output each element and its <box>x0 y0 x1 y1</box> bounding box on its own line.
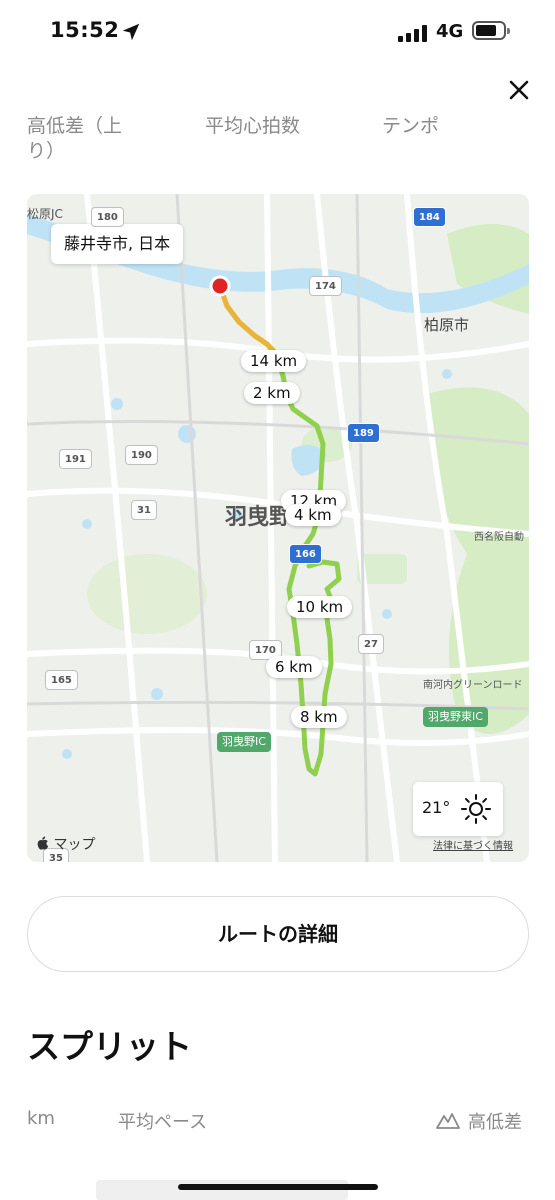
road-badge: 189 <box>347 423 380 443</box>
battery-icon <box>472 21 510 40</box>
road-badge: 190 <box>125 445 158 465</box>
distance-label: 14 km <box>241 350 307 372</box>
road-badge: 165 <box>45 670 78 690</box>
splits-title: スプリット <box>27 1027 192 1066</box>
splits-column-km: km <box>27 1108 55 1129</box>
splits-column-elevation: 高低差 <box>468 1112 522 1133</box>
legal-link[interactable]: 法律に基づく情報 <box>433 837 513 852</box>
location-arrow-icon <box>122 23 140 41</box>
map-small-label: 南河内グリーンロード <box>423 680 523 691</box>
road-badge: 191 <box>59 449 92 469</box>
status-bar: 15:52 4G <box>0 0 555 66</box>
map-small-label: 西名阪自動 <box>474 532 524 543</box>
road-badge: 166 <box>289 544 322 564</box>
weather-badge: 21° <box>413 782 503 836</box>
map-small-label: 松原JC <box>27 207 63 221</box>
home-indicator[interactable] <box>178 1184 378 1190</box>
route-details-button[interactable]: ルートの詳細 <box>27 896 529 972</box>
distance-label: 4 km <box>285 504 341 526</box>
mountain-icon <box>436 1113 460 1129</box>
city-label: 柏原市 <box>424 316 470 334</box>
interchange-badge: 羽曳野IC <box>217 732 271 752</box>
road-badge: 180 <box>91 207 124 227</box>
network-type: 4G <box>436 21 464 42</box>
workout-detail-screen: 15:52 4G 高低差（上り） 平均心拍数 テンポ 藤井寺市, 日本 180 … <box>0 0 555 1200</box>
sun-icon <box>461 794 491 824</box>
close-icon[interactable] <box>505 76 533 104</box>
road-badge: 184 <box>413 207 446 227</box>
road-badge: 174 <box>309 276 342 296</box>
split-row <box>96 1180 348 1200</box>
metric-label-elevation-gain: 高低差（上り） <box>27 115 123 162</box>
weather-temperature: 21° <box>422 798 451 817</box>
distance-label: 6 km <box>266 656 322 678</box>
metric-label-tempo: テンポ <box>382 115 440 137</box>
place-chip: 藤井寺市, 日本 <box>51 224 184 264</box>
map-attribution-text: マップ <box>53 837 96 853</box>
distance-label: 8 km <box>291 706 347 728</box>
metric-label-avg-heart-rate: 平均心拍数 <box>205 115 301 137</box>
distance-label: 2 km <box>244 382 300 404</box>
interchange-badge: 羽曳野東IC <box>423 707 488 727</box>
splits-column-pace: 平均ペース <box>118 1112 208 1133</box>
route-map[interactable]: 藤井寺市, 日本 180 184 174 189 191 190 31 166 … <box>27 194 529 862</box>
signal-icon <box>398 24 428 42</box>
status-time: 15:52 <box>50 18 120 42</box>
road-badge: 31 <box>131 500 157 520</box>
map-attribution: マップ <box>37 834 95 854</box>
distance-label: 10 km <box>287 596 353 618</box>
road-badge: 27 <box>358 634 384 654</box>
apple-logo-icon <box>37 836 49 850</box>
